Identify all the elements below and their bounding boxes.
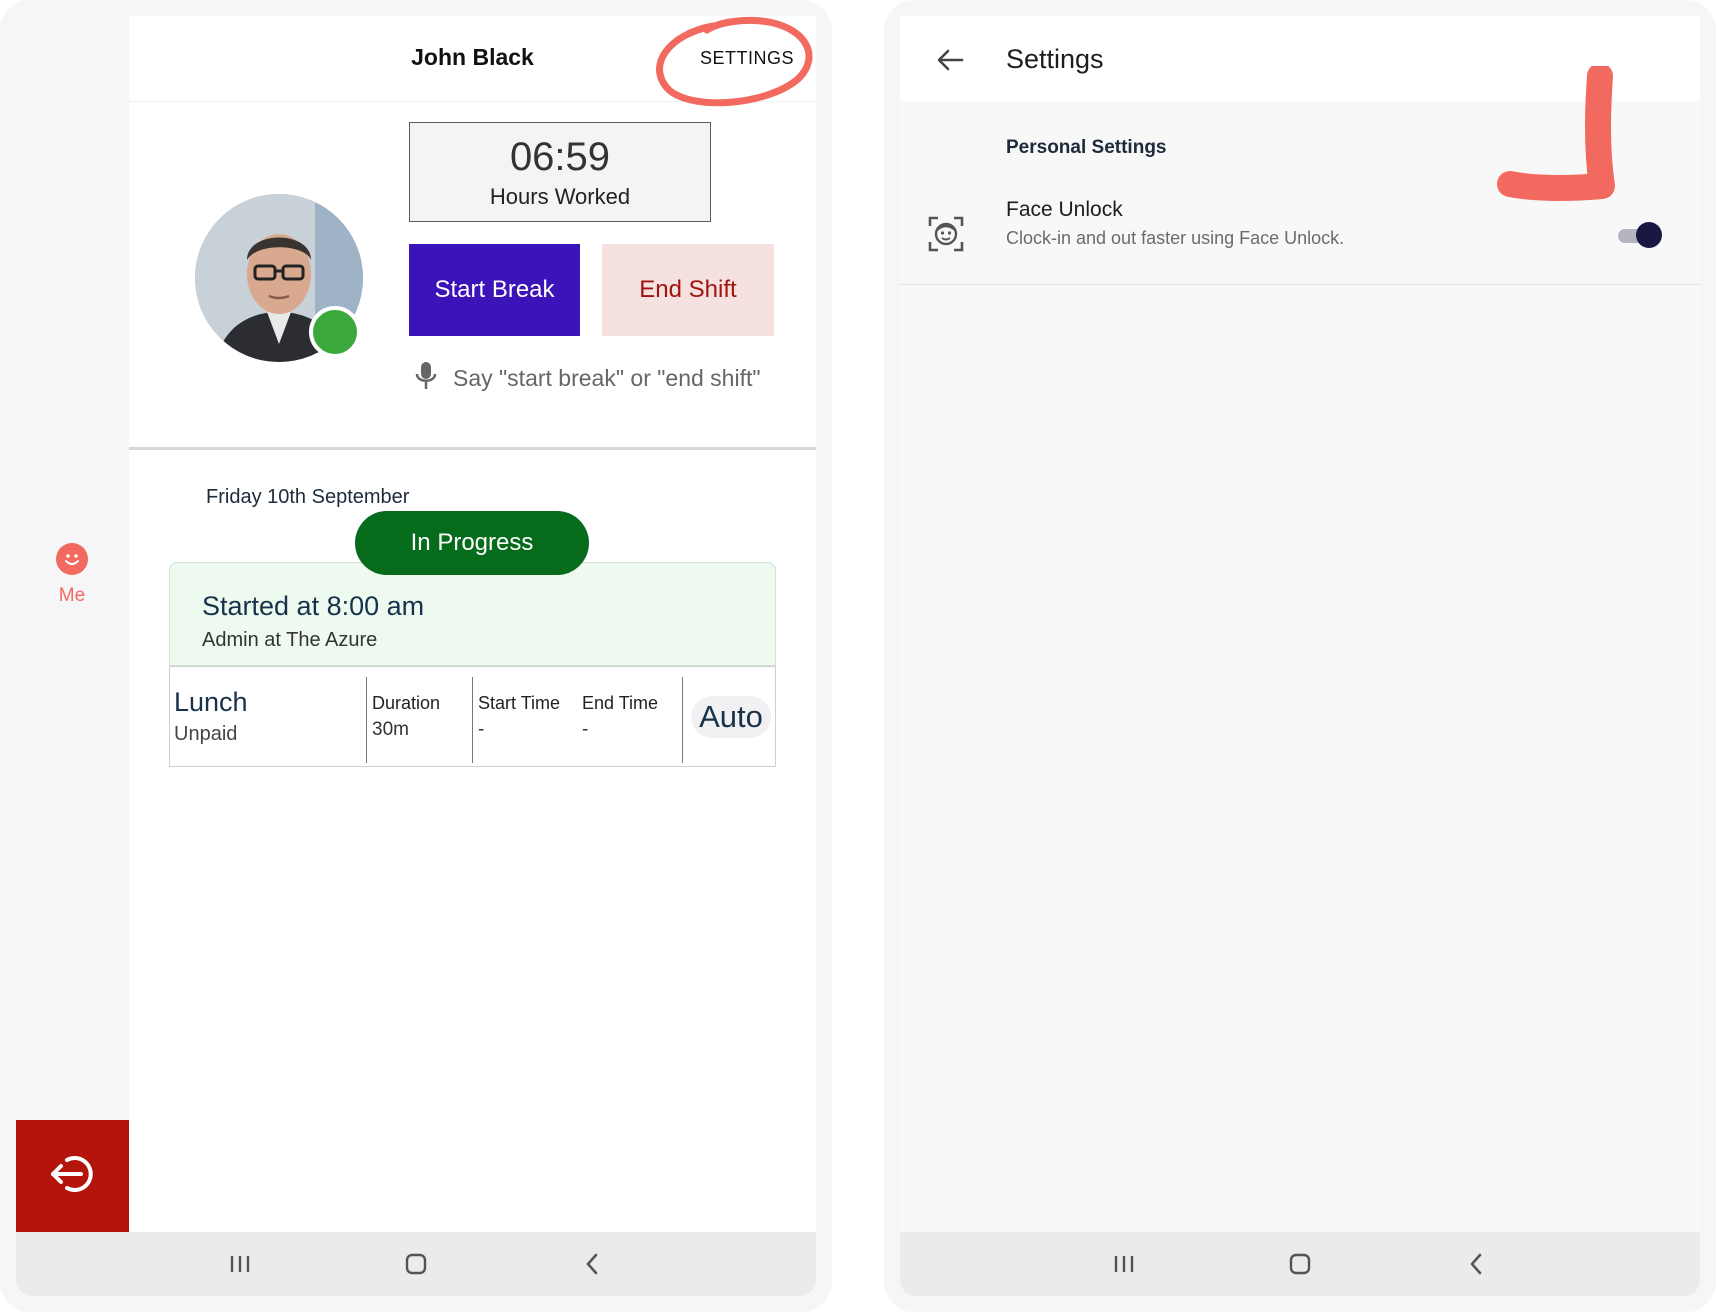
rail-item-me[interactable]: Me [44, 543, 100, 607]
system-nav-bar [900, 1232, 1700, 1296]
duration-label: Duration [372, 693, 441, 713]
start-time-value: - [478, 719, 485, 740]
break-row: Lunch Unpaid Duration 30m Start Time - E… [169, 666, 776, 767]
online-status-dot [309, 306, 361, 358]
hours-worked-box: 06:59 Hours Worked [409, 122, 711, 222]
settings-screen: Settings Personal Settings Face Unlock C… [900, 16, 1700, 1232]
left-device-screen: Me John Black SETTINGS 06:59 Hours Worke… [0, 0, 832, 1312]
system-nav-bar [16, 1232, 816, 1296]
shift-start-time: Started at 8:00 am [202, 591, 425, 621]
shift-role: Admin at The Azure [202, 629, 378, 651]
shift-status-badge: In Progress [355, 511, 589, 575]
face-scan-icon [928, 216, 964, 257]
hours-worked-label: Hours Worked [489, 184, 631, 209]
start-break-button[interactable]: Start Break [409, 244, 580, 336]
timeclock-screen: John Black SETTINGS 06:59 Hours Worked S… [129, 16, 816, 1232]
annotation-arrow [1497, 66, 1615, 201]
home-icon[interactable] [1268, 1242, 1332, 1286]
back-chevron-icon[interactable] [1444, 1242, 1508, 1286]
column-divider [366, 677, 367, 763]
break-type: Unpaid [174, 723, 238, 745]
microphone-icon [415, 361, 437, 396]
app-header: John Black SETTINGS [129, 16, 816, 107]
recents-icon[interactable] [1092, 1242, 1156, 1286]
hours-worked-time: 06:59 [509, 135, 611, 179]
side-rail: Me [0, 0, 129, 1312]
break-name: Lunch [174, 687, 248, 717]
back-chevron-icon[interactable] [560, 1242, 624, 1286]
column-divider [472, 677, 473, 763]
recents-icon[interactable] [208, 1242, 272, 1286]
section-divider [129, 447, 816, 450]
voice-hint-text: Say "start break" or "end shift" [453, 365, 761, 391]
right-device-screen: Settings Personal Settings Face Unlock C… [884, 0, 1716, 1312]
column-divider [682, 677, 683, 763]
smiley-icon [56, 543, 88, 575]
start-time-label: Start Time [478, 693, 561, 713]
end-time-value: - [582, 719, 589, 740]
face-unlock-title: Face Unlock [1006, 198, 1123, 221]
end-shift-button[interactable]: End Shift [602, 244, 774, 336]
face-unlock-description: Clock-in and out faster using Face Unloc… [1006, 228, 1345, 248]
rail-item-me-label: Me [58, 585, 86, 606]
home-icon[interactable] [384, 1242, 448, 1286]
auto-button[interactable]: Auto [691, 696, 771, 738]
logout-button[interactable] [16, 1120, 129, 1232]
arrow-left-icon[interactable] [930, 40, 970, 80]
end-time-label: End Time [582, 693, 659, 713]
logout-icon [45, 1146, 101, 1207]
avatar [195, 194, 363, 362]
page-title: Settings [1006, 44, 1104, 74]
section-title: Personal Settings [1006, 137, 1167, 158]
settings-link[interactable]: SETTINGS [700, 48, 794, 69]
shift-date: Friday 10th September [206, 486, 410, 508]
shift-card: Started at 8:00 am Admin at The Azure [169, 562, 776, 666]
voice-hint: Say "start break" or "end shift" [415, 361, 761, 396]
duration-value: 30m [372, 719, 409, 740]
